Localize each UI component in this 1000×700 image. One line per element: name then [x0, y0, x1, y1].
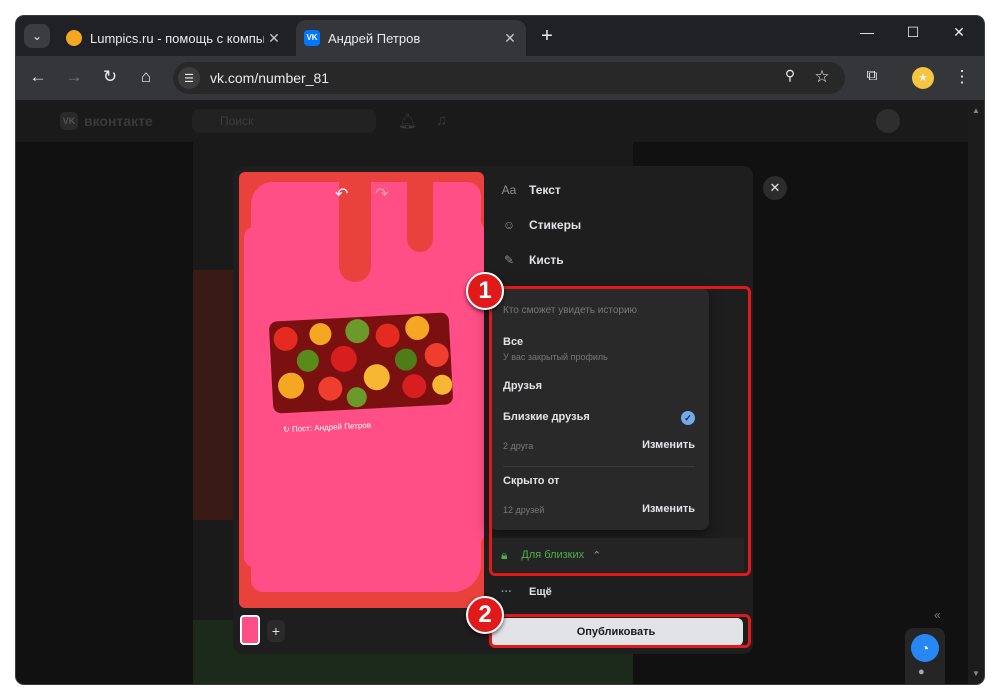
home-icon[interactable]: ⌂ [134, 67, 158, 87]
fruit-shape [394, 348, 418, 372]
avatar[interactable] [876, 109, 900, 133]
fruit-shape [273, 326, 299, 352]
maximize-button[interactable]: ☐ [898, 24, 928, 41]
reload-icon[interactable]: ↻ [98, 67, 122, 87]
back-icon[interactable]: ← [26, 67, 50, 87]
brush-icon: ✎ [503, 253, 515, 267]
brush-stroke [244, 227, 274, 567]
menu-icon[interactable]: ⋮ [950, 67, 974, 87]
close-icon[interactable]: ✕ [264, 30, 284, 47]
fruit-photo[interactable] [268, 312, 454, 414]
fruit-shape [374, 322, 401, 349]
fruit-shape [424, 342, 450, 368]
tab-search-button[interactable]: ⌄ [24, 24, 50, 48]
tab-title: Андрей Петров [328, 30, 421, 46]
canvas-gap [407, 172, 433, 252]
story-thumbnail[interactable] [240, 615, 260, 645]
forward-icon[interactable]: → [62, 67, 86, 87]
fruit-shape [308, 322, 332, 346]
redo-icon[interactable]: ↷ [375, 184, 388, 204]
tool-brush[interactable]: ✎ Кисть [501, 250, 564, 270]
fruit-shape [317, 376, 343, 402]
close-modal-icon[interactable]: ✕ [763, 176, 787, 200]
close-icon[interactable]: ✕ [500, 30, 520, 47]
annotation-box-1 [489, 286, 751, 576]
story-canvas[interactable]: ↶ ↷ ↻ Пост: Андрей Петров [239, 172, 484, 608]
fruit-shape [404, 315, 430, 341]
chat-icon[interactable]: ● [918, 666, 925, 678]
zoom-icon[interactable]: ⚲ [778, 67, 802, 84]
more-label: Ещё [529, 586, 552, 598]
page-viewport: VK вконтакте Поиск 🔔︎ ♫ ↶ ↷ ↻ Пост: Андр… [16, 100, 968, 684]
tab-lumpics[interactable]: Lumpics.ru - помощь с компьют ✕ [58, 20, 290, 56]
compass-icon[interactable]: ◔ [911, 634, 939, 662]
bookmark-star-icon[interactable]: ☆ [810, 67, 834, 87]
fruit-shape [346, 386, 368, 408]
profile-avatar-icon[interactable]: ★ [912, 67, 934, 89]
side-widget[interactable]: ◔ ● [905, 628, 945, 684]
browser-toolbar: ← → ↻ ⌂ ☰ vk.com/number_81 ⚲ ☆ ⧉ ★ ⋮ [16, 56, 984, 100]
vk-logo-icon[interactable]: VK [60, 112, 78, 130]
tool-label: Стикеры [529, 218, 582, 232]
sticker-icon: ☺ [502, 218, 516, 232]
text-icon: Aa [501, 183, 517, 197]
more-button[interactable]: ··· Ещё [501, 586, 552, 598]
add-story-button[interactable]: + [267, 620, 285, 642]
scroll-down-icon[interactable]: ▼ [972, 669, 980, 678]
annotation-box-2 [489, 614, 751, 648]
page-scrollbar[interactable]: ▲ ▼ [968, 100, 984, 684]
url-text: vk.com/number_81 [210, 70, 330, 86]
fruit-shape [330, 345, 358, 373]
undo-icon[interactable]: ↶ [335, 184, 348, 204]
extensions-icon[interactable]: ⧉ [860, 67, 884, 84]
fruit-shape [344, 318, 370, 344]
fruit-shape [296, 349, 320, 373]
tab-strip: ⌄ Lumpics.ru - помощь с компьют ✕ VK Анд… [16, 16, 984, 56]
vk-search-input[interactable]: Поиск [192, 109, 376, 133]
new-tab-button[interactable]: + [536, 25, 558, 48]
tool-stickers[interactable]: ☺ Стикеры [501, 215, 581, 235]
tab-vk[interactable]: VK Андрей Петров ✕ [296, 20, 526, 56]
collapse-icon[interactable]: « [934, 608, 941, 622]
music-icon[interactable]: ♫ [436, 112, 447, 129]
fruit-shape [277, 372, 305, 400]
vk-favicon-icon: VK [304, 30, 320, 46]
browser-window: ⌄ Lumpics.ru - помощь с компьют ✕ VK Анд… [16, 16, 984, 684]
fruit-shape [401, 373, 427, 399]
fruit-shape [431, 374, 453, 396]
tab-title: Lumpics.ru - помощь с компьют [90, 30, 264, 46]
annotation-badge-2: 2 [466, 596, 504, 634]
bell-icon[interactable]: 🔔︎ [398, 112, 417, 130]
more-dots-icon: ··· [501, 586, 512, 598]
lumpics-favicon-icon [66, 30, 82, 46]
site-settings-icon[interactable]: ☰ [178, 67, 200, 89]
tool-label: Текст [529, 183, 561, 197]
annotation-badge-1: 1 [466, 272, 504, 310]
scroll-up-icon[interactable]: ▲ [972, 106, 980, 115]
vk-header: VK вконтакте Поиск 🔔︎ ♫ [16, 100, 968, 142]
close-window-button[interactable]: ✕ [944, 24, 974, 41]
address-bar[interactable]: ☰ vk.com/number_81 [173, 62, 845, 94]
fruit-shape [363, 363, 391, 391]
tool-text[interactable]: Aa Текст [501, 180, 561, 200]
vk-brand-text: вконтакте [84, 113, 153, 129]
tool-label: Кисть [529, 253, 564, 267]
minimize-button[interactable]: — [852, 24, 882, 40]
